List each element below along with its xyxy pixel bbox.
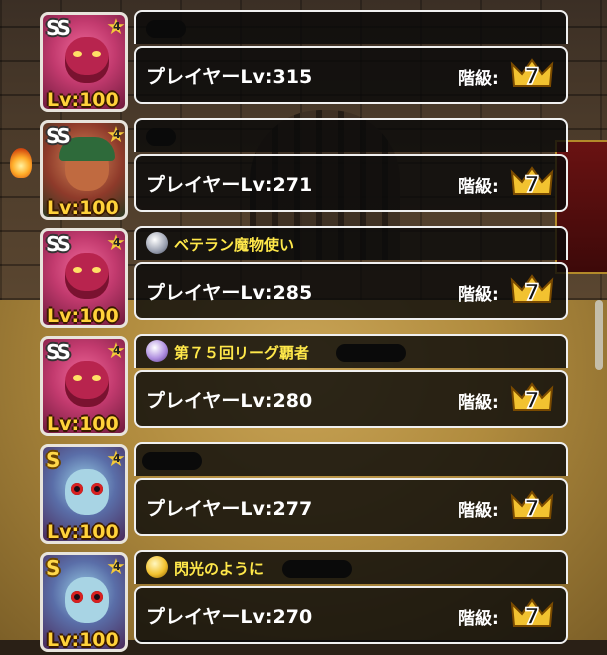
player-info-bar: プレイヤーLv:285 階級: 7: [134, 262, 568, 320]
monster-portrait[interactable]: S ★ 4 Lv:100: [40, 444, 128, 544]
player-name-bar: 第７５回リーグ覇者: [134, 334, 568, 368]
skull-monster-icon: [65, 469, 109, 515]
crown-rank-icon: 7: [510, 58, 554, 91]
monster-portrait[interactable]: SS ★ 4 Lv:100: [40, 228, 128, 328]
title-medal-icon: [146, 556, 168, 578]
scrollbar[interactable]: [595, 300, 603, 370]
warrior-monster-icon: [59, 137, 115, 191]
player-name-bar: [134, 10, 568, 44]
player-title: 第７５回リーグ覇者: [174, 344, 310, 362]
opponent-row[interactable]: SS ★ 4 Lv:100 第７５回リーグ覇者 プレイヤーLv:280 階級: 7: [40, 334, 568, 439]
skull-monster-icon: [65, 577, 109, 623]
star-count: 4: [113, 344, 121, 357]
monster-rank: SS: [46, 16, 71, 40]
player-name-bar: [134, 118, 568, 152]
crown-rank-icon: 7: [510, 598, 554, 631]
demon-monster-icon: [65, 361, 109, 407]
monster-rank: SS: [46, 232, 71, 256]
class-value: 7: [524, 65, 539, 90]
class-value: 7: [524, 281, 539, 306]
monster-level: Lv:100: [47, 629, 119, 651]
title-medal-icon: [146, 340, 168, 362]
monster-rank: S: [46, 556, 61, 580]
class-value: 7: [524, 173, 539, 198]
crown-rank-icon: 7: [510, 382, 554, 415]
player-level: プレイヤーLv:270: [146, 606, 313, 628]
player-card[interactable]: プレイヤーLv:315 階級: 7: [134, 10, 568, 110]
crown-rank-icon: 7: [510, 490, 554, 523]
redacted-player-name: [142, 452, 202, 470]
redacted-player-name: [146, 20, 186, 38]
class-label: 階級:: [458, 609, 499, 629]
monster-portrait[interactable]: SS ★ 4 Lv:100: [40, 12, 128, 112]
player-name-bar: 閃光のように: [134, 550, 568, 584]
monster-rank: S: [46, 448, 61, 472]
class-value: 7: [524, 497, 539, 522]
player-info-bar: プレイヤーLv:271 階級: 7: [134, 154, 568, 212]
class-label: 階級:: [458, 393, 499, 413]
torch-left-icon: [10, 148, 32, 178]
player-info-bar: プレイヤーLv:315 階級: 7: [134, 46, 568, 104]
class-value: 7: [524, 389, 539, 414]
opponent-row[interactable]: S ★ 4 Lv:100 閃光のように プレイヤーLv:270 階級: 7: [40, 550, 568, 655]
player-name-bar: ベテラン魔物使い: [134, 226, 568, 260]
star-count: 4: [113, 128, 121, 141]
star-count: 4: [113, 452, 121, 465]
monster-level: Lv:100: [47, 305, 119, 327]
opponent-row[interactable]: SS ★ 4 Lv:100 プレイヤーLv:315 階級: 7: [40, 10, 568, 115]
player-info-bar: プレイヤーLv:270 階級: 7: [134, 586, 568, 644]
redacted-player-name: [146, 128, 176, 146]
player-level: プレイヤーLv:271: [146, 174, 313, 196]
player-card[interactable]: 閃光のようにプレイヤーLv:270 階級: 7: [134, 550, 568, 650]
opponent-row[interactable]: S ★ 4 Lv:100 プレイヤーLv:277 階級: 7: [40, 442, 568, 547]
player-card[interactable]: 第７５回リーグ覇者プレイヤーLv:280 階級: 7: [134, 334, 568, 434]
player-level: プレイヤーLv:315: [146, 66, 313, 88]
crown-rank-icon: 7: [510, 274, 554, 307]
demon-monster-icon: [65, 253, 109, 299]
opponent-row[interactable]: SS ★ 4 Lv:100 ベテラン魔物使い プレイヤーLv:285 階級: 7: [40, 226, 568, 331]
player-info-bar: プレイヤーLv:277 階級: 7: [134, 478, 568, 536]
star-count: 4: [113, 20, 121, 33]
class-label: 階級:: [458, 69, 499, 89]
player-card[interactable]: プレイヤーLv:277 階級: 7: [134, 442, 568, 542]
monster-level: Lv:100: [47, 89, 119, 111]
opponent-row[interactable]: SS ★ 4 Lv:100 プレイヤーLv:271 階級: 7: [40, 118, 568, 223]
player-title: ベテラン魔物使い: [174, 236, 295, 254]
monster-rank: SS: [46, 124, 71, 148]
class-label: 階級:: [458, 501, 499, 521]
monster-portrait[interactable]: SS ★ 4 Lv:100: [40, 336, 128, 436]
monster-level: Lv:100: [47, 521, 119, 543]
player-level: プレイヤーLv:280: [146, 390, 313, 412]
player-level: プレイヤーLv:285: [146, 282, 313, 304]
class-label: 階級:: [458, 177, 499, 197]
monster-rank: SS: [46, 340, 71, 364]
monster-level: Lv:100: [47, 413, 119, 435]
monster-level: Lv:100: [47, 197, 119, 219]
demon-monster-icon: [65, 37, 109, 83]
class-label: 階級:: [458, 285, 499, 305]
player-card[interactable]: ベテラン魔物使いプレイヤーLv:285 階級: 7: [134, 226, 568, 326]
monster-portrait[interactable]: SS ★ 4 Lv:100: [40, 120, 128, 220]
crown-rank-icon: 7: [510, 166, 554, 199]
player-level: プレイヤーLv:277: [146, 498, 313, 520]
player-info-bar: プレイヤーLv:280 階級: 7: [134, 370, 568, 428]
redacted-player-name: [282, 560, 352, 578]
title-medal-icon: [146, 232, 168, 254]
player-name-bar: [134, 442, 568, 476]
star-count: 4: [113, 236, 121, 249]
player-title: 閃光のように: [174, 560, 265, 578]
monster-portrait[interactable]: S ★ 4 Lv:100: [40, 552, 128, 652]
player-card[interactable]: プレイヤーLv:271 階級: 7: [134, 118, 568, 218]
star-count: 4: [113, 560, 121, 573]
redacted-player-name: [336, 344, 406, 362]
class-value: 7: [524, 605, 539, 630]
